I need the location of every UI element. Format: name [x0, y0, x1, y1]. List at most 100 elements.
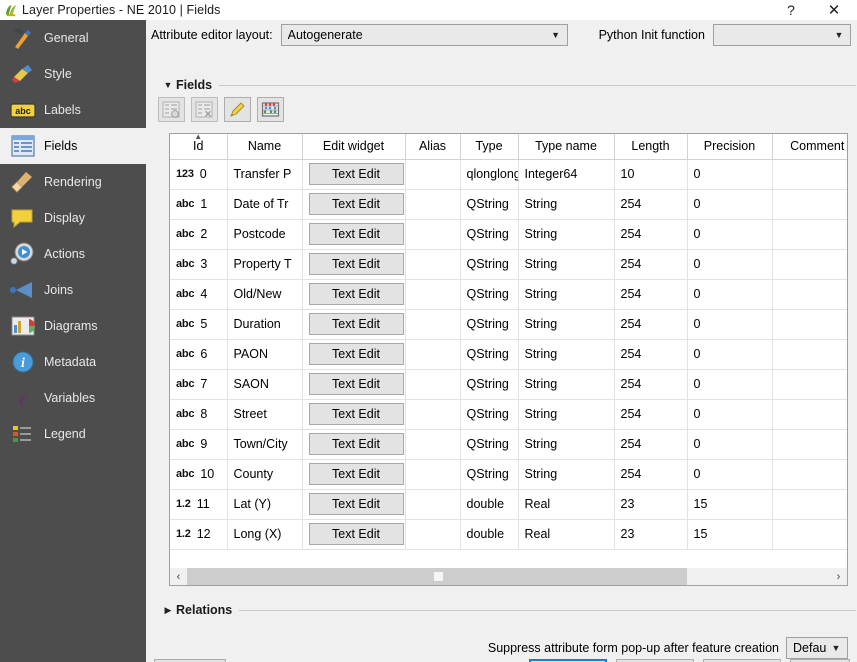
edit-widget-button[interactable]: Text Edit — [308, 253, 404, 275]
cell-precision[interactable]: 0 — [687, 459, 773, 490]
cell-name[interactable]: Duration — [227, 309, 303, 340]
edit-widget-button[interactable]: Text Edit — [308, 163, 404, 185]
cell-alias[interactable] — [405, 339, 461, 370]
edit-widget-button[interactable]: Text Edit — [308, 223, 404, 245]
cell-type[interactable]: QString — [460, 279, 519, 310]
cell-precision[interactable]: 15 — [687, 519, 773, 550]
cell-name[interactable]: Long (X) — [227, 519, 303, 550]
edit-widget-button[interactable]: Text Edit — [308, 493, 404, 515]
cell-comment[interactable] — [772, 339, 847, 370]
cell-type[interactable]: double — [460, 519, 519, 550]
collapse-triangle-icon[interactable]: ▼ — [160, 80, 176, 90]
cell-type[interactable]: double — [460, 489, 519, 520]
cell-length[interactable]: 254 — [614, 249, 688, 280]
cell-alias[interactable] — [405, 519, 461, 550]
edit-widget-button[interactable]: Text Edit — [308, 463, 404, 485]
sidebar-item-joins[interactable]: Joins — [0, 272, 146, 308]
cell-edit-widget[interactable]: Text Edit — [302, 219, 406, 250]
cell-name[interactable]: Transfer P — [227, 159, 303, 190]
cell-type-name[interactable]: String — [518, 369, 615, 400]
cell-precision[interactable]: 15 — [687, 489, 773, 520]
toggle-editing-button[interactable] — [224, 97, 251, 122]
table-row[interactable]: 1.2 11 Lat (Y) Text Edit double Real 23 15 — [170, 489, 847, 520]
cell-length[interactable]: 254 — [614, 309, 688, 340]
new-field-button[interactable] — [158, 97, 185, 122]
relations-group-header[interactable]: ▶ Relations — [160, 603, 856, 617]
cell-type-name[interactable]: Integer64 — [518, 159, 615, 190]
cell-name[interactable]: County — [227, 459, 303, 490]
cell-id[interactable]: 123 0 — [170, 159, 228, 190]
close-icon[interactable]: ✕ — [811, 0, 857, 20]
scroll-right-arrow-icon[interactable]: › — [830, 568, 847, 585]
table-row[interactable]: abc 8 Street Text Edit QString String 254 0 — [170, 399, 847, 430]
cell-type[interactable]: QString — [460, 459, 519, 490]
cell-type-name[interactable]: Real — [518, 489, 615, 520]
column-header-id[interactable]: ▲ Id — [170, 134, 228, 160]
column-header-type-name[interactable]: Type name — [518, 134, 615, 160]
cell-name[interactable]: Postcode — [227, 219, 303, 250]
cell-alias[interactable] — [405, 459, 461, 490]
cell-alias[interactable] — [405, 189, 461, 220]
delete-field-button[interactable]: ✕ — [191, 97, 218, 122]
cell-name[interactable]: SAON — [227, 369, 303, 400]
cell-type-name[interactable]: String — [518, 189, 615, 220]
scroll-left-arrow-icon[interactable]: ‹ — [170, 568, 187, 585]
table-horizontal-scrollbar[interactable]: ‹ › — [170, 568, 847, 585]
cell-comment[interactable] — [772, 159, 847, 190]
cell-type-name[interactable]: String — [518, 309, 615, 340]
cell-edit-widget[interactable]: Text Edit — [302, 519, 406, 550]
cell-comment[interactable] — [772, 219, 847, 250]
cell-type-name[interactable]: String — [518, 459, 615, 490]
table-row[interactable]: abc 9 Town/City Text Edit QString String 254 0 — [170, 429, 847, 460]
cell-comment[interactable] — [772, 399, 847, 430]
table-row[interactable]: abc 6 PAON Text Edit QString String 254 0 — [170, 339, 847, 370]
fields-group-header[interactable]: ▼ Fields — [160, 78, 856, 92]
fields-table[interactable]: ▲ Id Name Edit widget Alias Type Type na… — [169, 133, 848, 586]
cell-id[interactable]: abc 2 — [170, 219, 228, 250]
calculate-field-button[interactable] — [257, 97, 284, 122]
table-row[interactable]: 123 0 Transfer P Text Edit qlonglong Integer6… — [170, 159, 847, 190]
cell-name[interactable]: Lat (Y) — [227, 489, 303, 520]
cell-type[interactable]: QString — [460, 219, 519, 250]
cell-type-name[interactable]: String — [518, 219, 615, 250]
attribute-editor-layout-select[interactable]: Autogenerate ▼ — [280, 24, 568, 46]
edit-widget-button[interactable]: Text Edit — [308, 193, 404, 215]
column-header-comment[interactable]: Comment — [772, 134, 847, 160]
sidebar-item-rendering[interactable]: Rendering — [0, 164, 146, 200]
cell-name[interactable]: Street — [227, 399, 303, 430]
cell-precision[interactable]: 0 — [687, 279, 773, 310]
sidebar-item-variables[interactable]: ε Variables — [0, 380, 146, 416]
cell-type[interactable]: qlonglong — [460, 159, 519, 190]
cell-comment[interactable] — [772, 369, 847, 400]
sidebar-item-fields[interactable]: Fields — [0, 128, 146, 164]
cell-length[interactable]: 254 — [614, 459, 688, 490]
column-header-precision[interactable]: Precision — [687, 134, 773, 160]
cell-comment[interactable] — [772, 459, 847, 490]
python-init-function-select[interactable]: ▼ — [712, 24, 851, 46]
edit-widget-button[interactable]: Text Edit — [308, 343, 404, 365]
cell-name[interactable]: Old/New — [227, 279, 303, 310]
cell-edit-widget[interactable]: Text Edit — [302, 309, 406, 340]
cell-edit-widget[interactable]: Text Edit — [302, 429, 406, 460]
cell-id[interactable]: abc 4 — [170, 279, 228, 310]
cell-comment[interactable] — [772, 429, 847, 460]
cell-length[interactable]: 254 — [614, 279, 688, 310]
cell-id[interactable]: 1.2 11 — [170, 489, 228, 520]
sidebar-item-metadata[interactable]: i Metadata — [0, 344, 146, 380]
cell-type-name[interactable]: String — [518, 399, 615, 430]
cell-type[interactable]: QString — [460, 249, 519, 280]
cell-comment[interactable] — [772, 189, 847, 220]
cell-alias[interactable] — [405, 489, 461, 520]
table-row[interactable]: 1.2 12 Long (X) Text Edit double Real 23 15 — [170, 519, 847, 550]
cell-type[interactable]: QString — [460, 309, 519, 340]
edit-widget-button[interactable]: Text Edit — [308, 373, 404, 395]
cell-precision[interactable]: 0 — [687, 369, 773, 400]
edit-widget-button[interactable]: Text Edit — [308, 403, 404, 425]
sidebar-item-labels[interactable]: abc Labels — [0, 92, 146, 128]
cell-alias[interactable] — [405, 159, 461, 190]
cell-length[interactable]: 23 — [614, 489, 688, 520]
cell-id[interactable]: abc 8 — [170, 399, 228, 430]
cell-length[interactable]: 254 — [614, 339, 688, 370]
column-header-length[interactable]: Length — [614, 134, 688, 160]
help-icon[interactable]: ? — [771, 0, 811, 20]
